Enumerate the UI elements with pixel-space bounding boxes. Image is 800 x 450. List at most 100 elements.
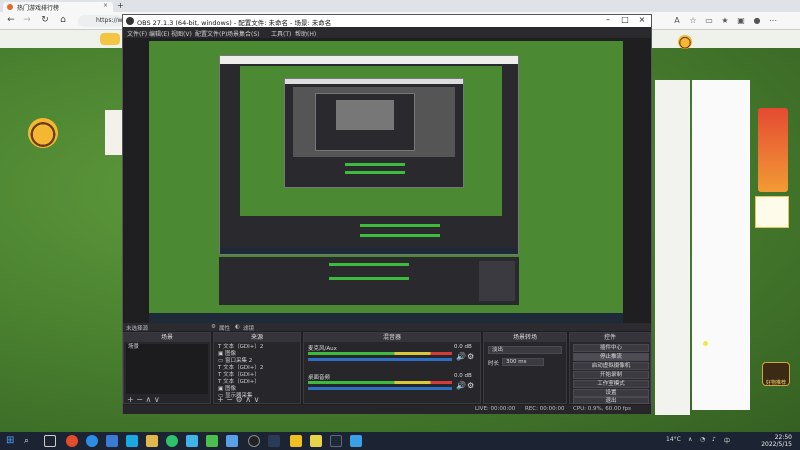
gear-icon[interactable]: ⚙ (211, 324, 216, 330)
back-icon[interactable]: ← (6, 15, 16, 25)
collections-icon[interactable]: ▣ (736, 16, 746, 26)
home-icon[interactable]: ⌂ (58, 15, 68, 25)
refresh-icon[interactable]: ↻ (40, 15, 50, 25)
weather-temp[interactable]: 14°C (666, 436, 681, 443)
source-item[interactable]: T 文本（GDI+） (216, 372, 300, 379)
start-icon[interactable]: ⊞ (6, 435, 18, 447)
nested-meter (360, 224, 440, 227)
down-icon[interactable]: ∨ (254, 395, 260, 404)
close-icon[interactable]: × (635, 15, 649, 24)
source-item[interactable]: ▣ 图像 (216, 386, 300, 393)
nested-obs-level-1 (219, 55, 519, 255)
plugin-center-button[interactable]: 插件中心 (573, 344, 649, 352)
start-recording-button[interactable]: 开始录制 (573, 371, 649, 379)
maximize-icon[interactable]: □ (618, 15, 632, 24)
desktop-channel-name: 桌面音频 (308, 375, 331, 381)
url-text: https://w (96, 17, 123, 24)
source-item[interactable]: T 文本（GDI+）2 (216, 365, 300, 372)
gear-icon[interactable]: ⚙ (467, 381, 474, 390)
app-icon[interactable] (350, 435, 362, 447)
read-aloud-icon[interactable]: A (672, 16, 682, 26)
favorites-list-icon[interactable]: ★ (720, 16, 730, 26)
menu-file[interactable]: 文件(F) (127, 29, 147, 38)
menu-profile[interactable]: 配置文件(P) (195, 29, 227, 38)
site-logo[interactable] (100, 33, 120, 45)
network-icon[interactable]: ◔ (700, 436, 705, 443)
exit-button[interactable]: 退出 (573, 397, 649, 404)
studio-mode-button[interactable]: 工作室模式 (573, 380, 649, 388)
start-virtual-camera-button[interactable]: 启动虚拟摄像机 (573, 362, 649, 370)
source-label: 图像 (224, 386, 236, 392)
wechat-app-icon[interactable] (166, 435, 178, 447)
source-item[interactable]: ▣ 图像 (216, 351, 300, 358)
tray-arrow-icon[interactable]: ∧ (688, 436, 692, 443)
obs-menubar: 文件(F) 编辑(E) 视图(V) 配置文件(P) 场景集合(S) 工具(T) … (123, 27, 651, 38)
folder-app-icon[interactable] (146, 435, 158, 447)
minimize-icon[interactable]: – (601, 15, 615, 24)
menu-scene-collection[interactable]: 场景集合(S) (227, 29, 260, 38)
duration-input[interactable]: 300 ms (502, 358, 544, 366)
app-icon[interactable] (310, 435, 322, 447)
app-icon[interactable] (290, 435, 302, 447)
menu-view[interactable]: 视图(V) (171, 29, 192, 38)
remove-icon[interactable]: − (226, 395, 233, 404)
gear-icon[interactable]: ⚙ (236, 395, 243, 404)
profile-icon[interactable]: ● (752, 16, 762, 26)
side-content-card (655, 80, 690, 415)
source-item[interactable]: T 文本（GDI+） (216, 379, 300, 386)
volume-icon[interactable]: ♪ (712, 436, 716, 443)
edge-app-icon[interactable] (86, 435, 98, 447)
app-icon[interactable] (186, 435, 198, 447)
transition-type-select[interactable]: 淡出 (488, 346, 562, 354)
up-icon[interactable]: ∧ (146, 395, 152, 404)
promo-banner[interactable] (758, 108, 788, 192)
up-icon[interactable]: ∧ (245, 395, 251, 404)
obs-preview[interactable] (149, 41, 623, 323)
scene-item[interactable]: 场景 (126, 344, 208, 351)
browser-tab[interactable]: 热门游戏排行榜 × (3, 2, 113, 12)
app-icon[interactable] (126, 435, 138, 447)
filters-button[interactable]: 滤镜 (243, 324, 254, 332)
task-view-icon[interactable] (44, 435, 56, 447)
gear-icon[interactable]: ⚙ (467, 352, 474, 361)
add-icon[interactable]: + (217, 395, 224, 404)
menu-tools[interactable]: 工具(T) (271, 29, 291, 38)
ime-indicator[interactable]: 中 (724, 436, 730, 445)
desktop-volume-slider[interactable] (308, 387, 452, 390)
tab-close-icon[interactable]: × (103, 2, 108, 9)
menu-dots-icon[interactable]: ⋯ (768, 16, 778, 26)
source-item[interactable]: ▭ 窗口采集 2 (216, 358, 300, 365)
search-icon[interactable]: ⌕ (24, 435, 36, 447)
clock-date: 2022/5/15 (761, 441, 792, 448)
new-tab-icon[interactable]: + (117, 1, 124, 10)
settings-button[interactable]: 设置 (573, 389, 649, 397)
speaker-icon[interactable]: 🔊 (456, 381, 466, 390)
mic-volume-slider[interactable] (308, 358, 452, 361)
source-toolbar: 未选择源 ⚙ 属性 ◐ 滤镜 (123, 323, 651, 332)
taskbar-clock[interactable]: 22:50 2022/5/15 (752, 434, 792, 448)
app-icon[interactable] (206, 435, 218, 447)
nested-obs-level-2 (284, 78, 464, 188)
add-icon[interactable]: + (127, 395, 134, 404)
promo-card[interactable] (755, 196, 789, 228)
source-item[interactable]: T 文本（GDI+）2 (216, 344, 300, 351)
down-icon[interactable]: ∨ (154, 395, 160, 404)
chrome-app-icon[interactable] (66, 435, 78, 447)
app-icon[interactable] (226, 435, 238, 447)
steam-app-icon[interactable] (330, 435, 342, 447)
favorite-icon[interactable]: ☆ (688, 16, 698, 26)
split-screen-icon[interactable]: ▭ (704, 16, 714, 26)
speaker-icon[interactable]: 🔊 (456, 352, 466, 361)
properties-button[interactable]: 属性 (219, 324, 230, 332)
forward-icon[interactable]: → (22, 15, 32, 25)
recommend-badge[interactable]: 好物推荐 (762, 362, 790, 386)
menu-help[interactable]: 帮助(H) (295, 29, 316, 38)
stop-streaming-button[interactable]: 停止推流 (573, 353, 649, 361)
app-icon[interactable] (268, 435, 280, 447)
address-bar[interactable]: https://w (78, 15, 123, 27)
remove-icon[interactable]: − (136, 395, 143, 404)
menu-edit[interactable]: 编辑(E) (149, 29, 169, 38)
app-icon[interactable] (106, 435, 118, 447)
filter-icon[interactable]: ◐ (235, 324, 240, 330)
obs-app-icon[interactable] (248, 435, 260, 447)
